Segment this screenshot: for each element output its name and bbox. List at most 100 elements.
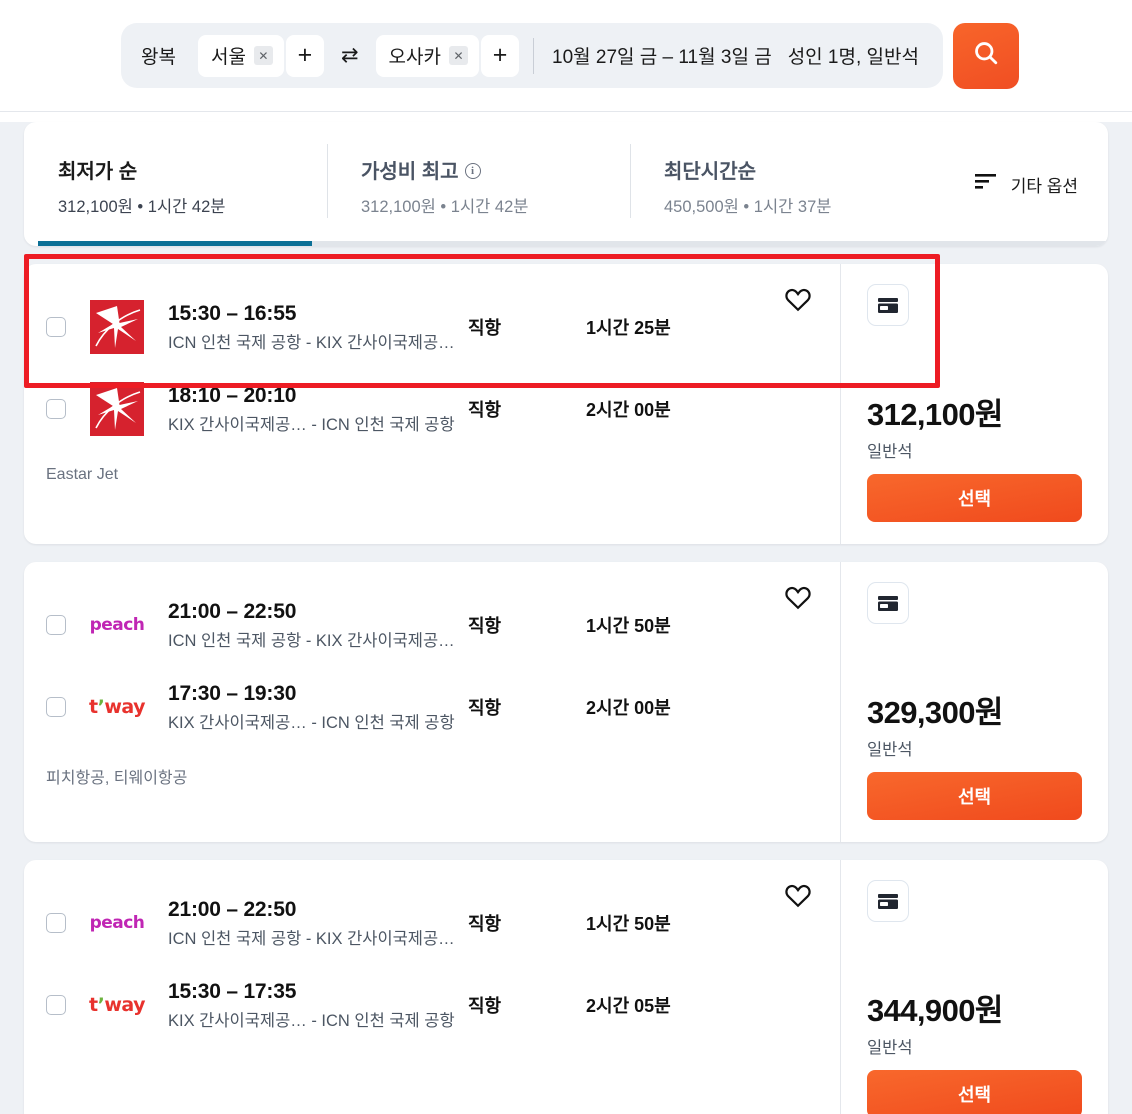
leg-duration: 1시간 50분 bbox=[586, 616, 671, 636]
leg-time: 21:00 – 22:50 bbox=[168, 599, 297, 623]
destination-chip[interactable]: 오사카 ✕ bbox=[375, 34, 479, 77]
leg-duration: 2시간 00분 bbox=[586, 698, 671, 718]
eastar-jet-logo bbox=[89, 300, 145, 354]
date-range-field[interactable]: 10월 27일 금 – 11월 3일 금 bbox=[534, 42, 788, 69]
leg-stops: 직항 bbox=[468, 400, 502, 420]
fare-price: 344,900원 bbox=[867, 993, 1003, 1029]
add-destination-button[interactable]: + bbox=[481, 34, 519, 77]
fare-cabin: 일반석 bbox=[867, 443, 913, 461]
flight-result-card[interactable]: peach 21:00 – 22:50 ICN 인천 국제 공항 - KIX 간… bbox=[24, 860, 1108, 1114]
leg-checkbox[interactable] bbox=[46, 913, 66, 933]
itinerary-leg: t’way 15:30 – 17:35 KIX 간사이국제공… - ICN 인천… bbox=[46, 964, 820, 1046]
search-button[interactable] bbox=[952, 22, 1019, 89]
origin-chip[interactable]: 서울 ✕ bbox=[197, 34, 284, 77]
peach-logo: peach bbox=[89, 615, 145, 635]
trip-type-selector[interactable]: 왕복 bbox=[141, 42, 198, 69]
leg-duration: 1시간 25분 bbox=[586, 318, 671, 338]
leg-duration: 1시간 50분 bbox=[586, 914, 671, 934]
more-options-button[interactable]: 기타 옵션 bbox=[943, 122, 1108, 246]
remove-origin-icon[interactable]: ✕ bbox=[253, 46, 273, 65]
sort-lines-icon bbox=[974, 173, 997, 196]
leg-time: 15:30 – 17:35 bbox=[168, 979, 297, 1003]
tway-logo: t’way bbox=[89, 696, 145, 718]
sort-tab-best-value-label: 가성비 최고 bbox=[361, 161, 459, 183]
search-pill: 왕복 서울 ✕ + ⇄ 오사카 ✕ + 10월 27일 금 – 11월 3일 금… bbox=[121, 23, 943, 88]
sort-tabs: 최저가 순 312,100원 • 1시간 42분 가성비 최고 i 312,10… bbox=[24, 122, 943, 246]
search-icon bbox=[972, 39, 1000, 72]
select-button[interactable]: 선택 bbox=[867, 772, 1082, 820]
flight-result-card[interactable]: peach 21:00 – 22:50 ICN 인천 국제 공항 - KIX 간… bbox=[24, 562, 1108, 842]
leg-checkbox[interactable] bbox=[46, 615, 66, 635]
destination-field-group: 오사카 ✕ + bbox=[375, 34, 519, 77]
leg-stops: 직항 bbox=[468, 996, 502, 1016]
leg-stops: 직항 bbox=[468, 318, 502, 338]
fare-panel: 312,100원 일반석 선택 bbox=[840, 264, 1108, 544]
carrier-names: 피치항공, 티웨이항공 bbox=[46, 770, 188, 787]
destination-label: 오사카 bbox=[388, 47, 441, 68]
sort-tab-cheapest-title: 최저가 순 bbox=[58, 155, 327, 184]
sort-tab-best-value[interactable]: 가성비 최고 i 312,100원 • 1시간 42분 bbox=[327, 122, 630, 246]
carrier-names bbox=[24, 1046, 840, 1062]
itinerary-leg: 18:10 – 20:10 KIX 간사이국제공… - ICN 인천 국제 공항… bbox=[46, 368, 820, 450]
flight-result-card[interactable]: 15:30 – 16:55 ICN 인천 국제 공항 - KIX 간사이국제공…… bbox=[24, 264, 1108, 544]
leg-schedule: 18:10 – 20:10 KIX 간사이국제공… - ICN 인천 국제 공항 bbox=[168, 384, 468, 435]
itinerary-leg: t’way 17:30 – 19:30 KIX 간사이국제공… - ICN 인천… bbox=[46, 666, 820, 748]
leg-checkbox[interactable] bbox=[46, 697, 66, 717]
results-page: 최저가 순 312,100원 • 1시간 42분 가성비 최고 i 312,10… bbox=[0, 122, 1132, 1114]
sort-tab-shortest-title: 최단시간순 bbox=[664, 155, 933, 184]
remove-destination-icon[interactable]: ✕ bbox=[449, 46, 468, 65]
peach-logo: peach bbox=[89, 913, 145, 933]
favorite-heart-icon[interactable] bbox=[784, 286, 812, 317]
add-origin-button[interactable]: + bbox=[285, 34, 324, 77]
itinerary-leg: 15:30 – 16:55 ICN 인천 국제 공항 - KIX 간사이국제공…… bbox=[46, 286, 820, 368]
tway-logo-t: t bbox=[89, 994, 98, 1016]
itinerary-legs: peach 21:00 – 22:50 ICN 인천 국제 공항 - KIX 간… bbox=[24, 882, 840, 1046]
leg-checkbox[interactable] bbox=[46, 317, 66, 337]
eastar-jet-logo bbox=[89, 382, 145, 436]
leg-time: 18:10 – 20:10 bbox=[168, 383, 297, 407]
leg-duration: 2시간 05분 bbox=[586, 996, 671, 1016]
credit-card-icon bbox=[867, 284, 909, 326]
select-button[interactable]: 선택 bbox=[867, 474, 1082, 522]
tway-logo-way: way bbox=[104, 994, 145, 1016]
fare-panel: 344,900원 일반석 선택 bbox=[840, 860, 1108, 1114]
origin-field-group: 서울 ✕ + bbox=[197, 34, 324, 77]
fare-cabin: 일반석 bbox=[867, 1039, 913, 1057]
credit-card-icon bbox=[867, 582, 909, 624]
peach-logo-text: peach bbox=[89, 615, 145, 635]
sort-tab-shortest-sub: 450,500원 • 1시간 37분 bbox=[664, 198, 832, 216]
leg-schedule: 15:30 – 17:35 KIX 간사이국제공… - ICN 인천 국제 공항 bbox=[168, 980, 468, 1031]
favorite-heart-icon[interactable] bbox=[784, 584, 812, 615]
leg-time: 15:30 – 16:55 bbox=[168, 301, 297, 325]
leg-route: KIX 간사이국제공… - ICN 인천 국제 공항 bbox=[168, 415, 455, 434]
leg-route: KIX 간사이국제공… - ICN 인천 국제 공항 bbox=[168, 1011, 455, 1030]
flight-results-list: 15:30 – 16:55 ICN 인천 국제 공항 - KIX 간사이국제공…… bbox=[24, 264, 1108, 1114]
passengers-cabin-field[interactable]: 성인 1명, 일반석 bbox=[788, 42, 925, 69]
credit-card-icon bbox=[867, 880, 909, 922]
active-tab-underline bbox=[38, 241, 312, 246]
search-form: 왕복 서울 ✕ + ⇄ 오사카 ✕ + 10월 27일 금 – 11월 3일 금… bbox=[121, 22, 1019, 89]
sort-tab-cheapest-sub: 312,100원 • 1시간 42분 bbox=[58, 198, 226, 216]
leg-checkbox[interactable] bbox=[46, 399, 66, 419]
sort-tab-cheapest[interactable]: 최저가 순 312,100원 • 1시간 42분 bbox=[24, 122, 327, 246]
leg-time: 21:00 – 22:50 bbox=[168, 897, 297, 921]
tway-logo-way: way bbox=[104, 696, 145, 718]
origin-label: 서울 bbox=[210, 47, 246, 68]
peach-logo-text: peach bbox=[89, 913, 145, 933]
sort-tab-best-value-title: 가성비 최고 i bbox=[361, 155, 630, 184]
leg-checkbox[interactable] bbox=[46, 995, 66, 1015]
carrier-names: Eastar Jet bbox=[46, 466, 119, 483]
info-icon[interactable]: i bbox=[464, 162, 481, 179]
leg-schedule: 17:30 – 19:30 KIX 간사이국제공… - ICN 인천 국제 공항 bbox=[168, 682, 468, 733]
favorite-heart-icon[interactable] bbox=[784, 882, 812, 913]
fare-price: 329,300원 bbox=[867, 695, 1003, 731]
leg-route: ICN 인천 국제 공항 - KIX 간사이국제공… bbox=[168, 333, 455, 352]
more-options-label: 기타 옵션 bbox=[1010, 176, 1078, 196]
swap-airports-icon[interactable]: ⇄ bbox=[324, 45, 376, 66]
itinerary-legs: 15:30 – 16:55 ICN 인천 국제 공항 - KIX 간사이국제공…… bbox=[24, 286, 840, 450]
select-button[interactable]: 선택 bbox=[867, 1070, 1082, 1114]
flight-itinerary: peach 21:00 – 22:50 ICN 인천 국제 공항 - KIX 간… bbox=[24, 562, 840, 842]
sort-tabs-card: 최저가 순 312,100원 • 1시간 42분 가성비 최고 i 312,10… bbox=[24, 122, 1108, 246]
sort-tab-shortest[interactable]: 최단시간순 450,500원 • 1시간 37분 bbox=[630, 122, 933, 246]
leg-stops: 직항 bbox=[468, 616, 502, 636]
